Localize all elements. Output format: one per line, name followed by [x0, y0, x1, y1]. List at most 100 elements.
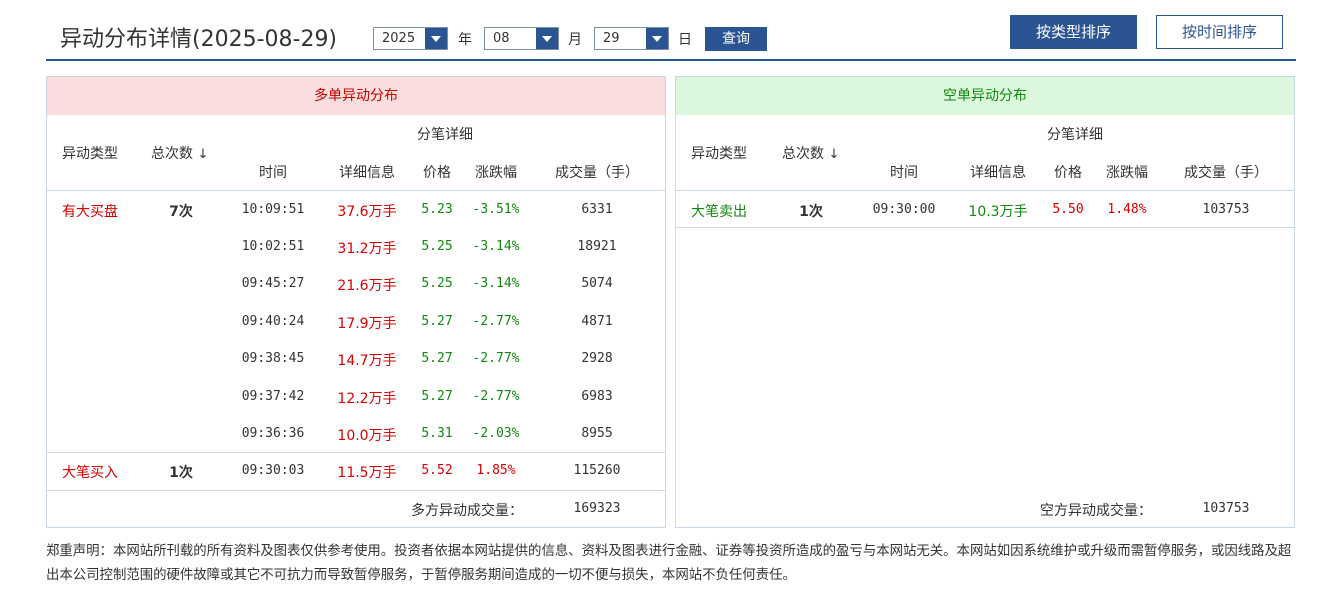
day-value: 29 [603, 31, 620, 46]
row-change: -2.77% [472, 389, 520, 404]
group-count: 1次 [169, 465, 193, 481]
row-time: 09:40:24 [241, 314, 305, 329]
col-header-volume: 成交量（手） [1184, 165, 1268, 181]
row-divider [676, 190, 1294, 191]
col-header-count-label: 总次数 [151, 146, 193, 162]
col-header-info: 详细信息 [970, 165, 1026, 181]
row-price: 5.25 [421, 239, 453, 254]
col-header-change: 涨跌幅 [1106, 165, 1148, 181]
row-time: 09:30:00 [872, 202, 936, 217]
short-total-value: 103753 [1202, 501, 1250, 516]
row-price: 5.27 [421, 389, 453, 404]
row-price: 5.27 [421, 351, 453, 366]
short-total-label: 空方异动成交量： [1040, 503, 1152, 519]
col-header-count-label: 总次数 [782, 146, 824, 162]
group-count: 7次 [169, 204, 193, 220]
sort-arrow-down-icon: ↓ [828, 147, 840, 162]
row-change: 1.85% [476, 463, 516, 478]
sort-by-type-button[interactable]: 按类型排序 [1010, 15, 1137, 49]
col-header-time: 时间 [259, 165, 287, 181]
chevron-down-icon[interactable] [425, 28, 447, 49]
col-header-volume: 成交量（手） [555, 165, 639, 181]
col-header-group: 分笔详细 [417, 127, 473, 143]
row-info: 31.2万手 [337, 241, 397, 257]
row-price: 5.31 [421, 426, 453, 441]
day-select[interactable]: 29 [594, 27, 669, 50]
col-header-count[interactable]: 总次数 ↓ [151, 143, 208, 163]
row-divider [47, 190, 665, 191]
row-price: 5.52 [421, 463, 453, 478]
long-distribution-panel: 多单异动分布 异动类型 总次数 ↓ 分笔详细 时间 详细信息 价格 涨跌幅 成交… [46, 76, 666, 528]
row-price: 5.23 [421, 202, 453, 217]
row-volume: 6983 [581, 389, 613, 404]
col-header-type: 异动类型 [691, 146, 747, 162]
group-count: 1次 [799, 204, 823, 220]
col-header-count[interactable]: 总次数 ↓ [782, 143, 839, 163]
month-value: 08 [493, 31, 510, 46]
row-price: 5.25 [421, 276, 453, 291]
row-volume: 103753 [1202, 202, 1250, 217]
row-info: 21.6万手 [337, 278, 397, 294]
row-info: 10.0万手 [337, 428, 397, 444]
day-unit-label: 日 [678, 32, 692, 48]
col-header-change: 涨跌幅 [475, 165, 517, 181]
row-time: 09:36:36 [241, 426, 305, 441]
page-title: 异动分布详情(2025-08-29) [60, 27, 338, 52]
header-divider [46, 59, 1296, 61]
row-price: 5.27 [421, 314, 453, 329]
sort-by-time-button[interactable]: 按时间排序 [1156, 15, 1283, 49]
row-divider [47, 452, 665, 453]
row-divider [47, 490, 665, 491]
short-distribution-panel: 空单异动分布 异动类型 总次数 ↓ 分笔详细 时间 详细信息 价格 涨跌幅 成交… [675, 76, 1295, 528]
year-select[interactable]: 2025 [373, 27, 448, 50]
long-total-label: 多方异动成交量： [411, 503, 523, 519]
row-change: -3.51% [472, 202, 520, 217]
long-panel-title: 多单异动分布 [47, 77, 665, 115]
row-time: 10:09:51 [241, 202, 305, 217]
row-volume: 18921 [577, 239, 617, 254]
group-type-label: 大笔买入 [62, 465, 118, 481]
row-info: 37.6万手 [337, 204, 397, 220]
row-volume: 2928 [581, 351, 613, 366]
row-time: 09:38:45 [241, 351, 305, 366]
row-info: 17.9万手 [337, 316, 397, 332]
short-panel-title: 空单异动分布 [676, 77, 1294, 115]
row-volume: 4871 [581, 314, 613, 329]
row-divider [676, 227, 1294, 228]
row-info: 10.3万手 [968, 204, 1028, 220]
long-total-value: 169323 [573, 501, 621, 516]
chevron-down-icon[interactable] [536, 28, 558, 49]
row-time: 10:02:51 [241, 239, 305, 254]
row-time: 09:45:27 [241, 276, 305, 291]
row-volume: 6331 [581, 202, 613, 217]
row-volume: 5074 [581, 276, 613, 291]
col-header-group: 分笔详细 [1047, 127, 1103, 143]
year-unit-label: 年 [458, 32, 472, 48]
query-button[interactable]: 查询 [705, 27, 767, 51]
disclaimer-text: 郑重声明：本网站所刊载的所有资料及图表仅供参考使用。投资者依据本网站提供的信息、… [46, 544, 1292, 583]
row-change: -3.14% [472, 276, 520, 291]
row-change: -2.77% [472, 351, 520, 366]
row-info: 14.7万手 [337, 353, 397, 369]
row-change: -3.14% [472, 239, 520, 254]
col-header-time: 时间 [890, 165, 918, 181]
col-header-type: 异动类型 [62, 146, 118, 162]
row-info: 11.5万手 [337, 465, 397, 481]
sort-arrow-down-icon: ↓ [197, 147, 209, 162]
col-header-info: 详细信息 [339, 165, 395, 181]
row-info: 12.2万手 [337, 391, 397, 407]
col-header-price: 价格 [423, 165, 451, 181]
group-type-label: 有大买盘 [62, 204, 118, 220]
row-change: 1.48% [1107, 202, 1147, 217]
month-select[interactable]: 08 [484, 27, 559, 50]
row-volume: 115260 [573, 463, 621, 478]
row-volume: 8955 [581, 426, 613, 441]
row-change: -2.03% [472, 426, 520, 441]
year-value: 2025 [382, 31, 416, 46]
row-time: 09:30:03 [241, 463, 305, 478]
group-type-label: 大笔卖出 [691, 204, 747, 220]
month-unit-label: 月 [568, 32, 582, 48]
chevron-down-icon[interactable] [646, 28, 668, 49]
row-price: 5.50 [1052, 202, 1084, 217]
row-change: -2.77% [472, 314, 520, 329]
